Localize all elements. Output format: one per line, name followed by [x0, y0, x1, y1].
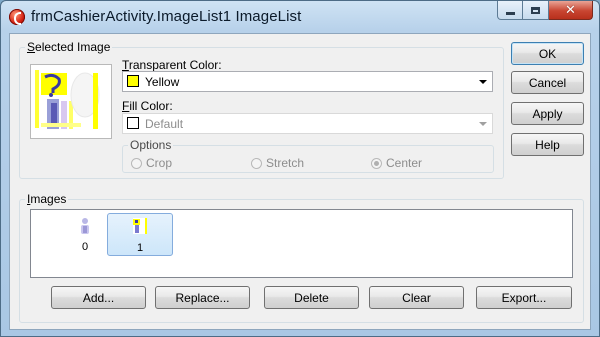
selected-image-group-title: Selected Image: [25, 40, 113, 54]
minimize-icon: [505, 11, 515, 15]
radio-center-indicator: [371, 157, 382, 169]
fill-color-combobox[interactable]: Default: [122, 113, 493, 134]
chevron-down-icon[interactable]: [479, 80, 487, 84]
app-icon[interactable]: [9, 9, 25, 25]
options-group-title: Options: [128, 138, 174, 152]
title-bar[interactable]: frmCashierActivity.ImageList1 ImageList …: [1, 1, 599, 33]
dialog-client-area: Selected Image Transparent Color: Yellow…: [9, 33, 591, 330]
transparent-color-value: Yellow: [145, 75, 180, 89]
help-button[interactable]: Help: [511, 133, 584, 156]
radio-crop-indicator: [131, 157, 142, 169]
maximize-button[interactable]: [523, 1, 549, 20]
chevron-down-icon[interactable]: [479, 122, 487, 126]
image-thumbnail-1: [133, 218, 147, 234]
caption-buttons: ✕: [497, 1, 593, 21]
radio-stretch-indicator: [251, 157, 262, 169]
clear-button[interactable]: Clear: [369, 286, 464, 309]
image-thumbnail-0: [81, 218, 89, 234]
transparent-color-swatch: [127, 75, 139, 87]
image-index-label-1: 1: [136, 242, 144, 254]
radio-center[interactable]: Center: [371, 156, 422, 170]
transparent-color-combobox[interactable]: Yellow: [122, 71, 493, 92]
cancel-button[interactable]: Cancel: [511, 71, 584, 94]
maximize-icon: [531, 6, 540, 14]
selected-image-preview: [30, 64, 112, 139]
close-icon: ✕: [565, 2, 576, 18]
replace-button[interactable]: Replace...: [155, 286, 250, 309]
apply-button[interactable]: Apply: [511, 102, 584, 125]
imagelist-dialog: frmCashierActivity.ImageList1 ImageList …: [0, 0, 600, 337]
options-group: Options: [122, 138, 494, 173]
radio-crop[interactable]: Crop: [131, 156, 172, 170]
radio-stretch[interactable]: Stretch: [251, 156, 304, 170]
ok-button[interactable]: OK: [511, 42, 584, 65]
fill-color-swatch: [127, 117, 139, 129]
fill-color-label: Fill Color:: [122, 99, 173, 113]
minimize-button[interactable]: [497, 1, 523, 20]
export-button[interactable]: Export...: [476, 286, 572, 309]
add-button[interactable]: Add...: [51, 286, 146, 309]
images-listview[interactable]: 0 1: [30, 209, 573, 278]
image-item-1[interactable]: 1: [107, 213, 173, 256]
selected-image-picture: [35, 68, 101, 130]
images-group-title: Images: [25, 192, 69, 206]
window-title: frmCashierActivity.ImageList1 ImageList: [31, 8, 302, 25]
delete-button[interactable]: Delete: [264, 286, 359, 309]
fill-color-value: Default: [145, 117, 184, 131]
close-button[interactable]: ✕: [549, 1, 593, 20]
transparent-color-label: Transparent Color:: [122, 58, 222, 72]
